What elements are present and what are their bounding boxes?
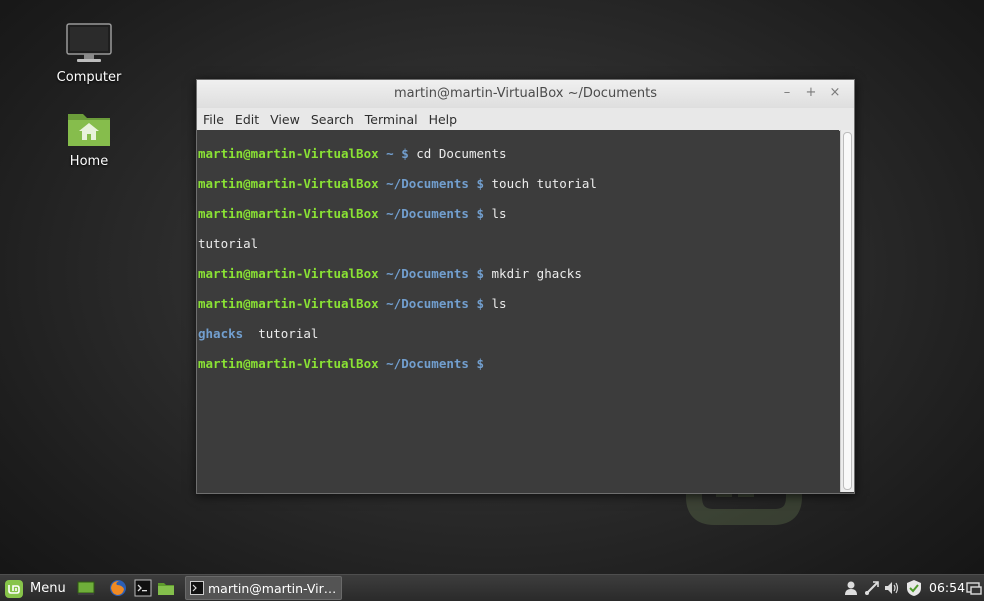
window-menubar: File Edit View Search Terminal Help — [197, 108, 854, 131]
terminal-line: tutorial — [198, 236, 259, 251]
show-desktop-icon[interactable] — [77, 579, 95, 597]
menu-edit[interactable]: Edit — [235, 112, 259, 127]
terminal-line: ghacks tutorial — [198, 326, 319, 341]
desktop-icon-label: Computer — [56, 70, 122, 85]
terminal-line: martin@martin-VirtualBox ~/Documents $ l… — [198, 296, 507, 311]
monitor-icon — [65, 22, 113, 66]
terminal-line: martin@martin-VirtualBox ~/Documents $ m… — [198, 266, 582, 281]
menu-search[interactable]: Search — [311, 112, 354, 127]
terminal-line: martin@martin-VirtualBox ~/Documents $ l… — [198, 206, 507, 221]
terminal-line: martin@martin-VirtualBox ~/Documents $ t… — [198, 176, 597, 191]
taskbar-window-label: martin@martin-VirtualBox ~/Documents — [208, 580, 341, 596]
terminal-output[interactable]: martin@martin-VirtualBox ~ $ cd Document… — [197, 130, 839, 492]
menu-terminal[interactable]: Terminal — [365, 112, 418, 127]
terminal-window: martin@martin-VirtualBox ~/Documents – +… — [196, 79, 855, 494]
menu-file[interactable]: File — [203, 112, 224, 127]
window-list-icon[interactable] — [965, 579, 983, 597]
start-menu-button[interactable]: Menu — [4, 578, 66, 599]
terminal-line: martin@martin-VirtualBox ~/Documents $ — [198, 356, 492, 371]
window-titlebar[interactable]: martin@martin-VirtualBox ~/Documents – +… — [197, 80, 854, 108]
taskbar-window-terminal[interactable]: martin@martin-VirtualBox ~/Documents — [185, 576, 342, 600]
volume-icon[interactable] — [883, 579, 901, 597]
taskbar-panel: Menu martin@martin-VirtualBox ~/Document… — [0, 574, 984, 601]
user-icon[interactable] — [842, 579, 860, 597]
update-shield-icon[interactable] — [905, 579, 923, 597]
panel-clock[interactable]: 06:54 — [929, 580, 965, 595]
terminal-icon — [190, 581, 204, 595]
menu-label: Menu — [30, 581, 66, 596]
menu-help[interactable]: Help — [429, 112, 458, 127]
maximize-button[interactable]: + — [804, 85, 818, 100]
desktop-icon-home[interactable]: Home — [39, 106, 139, 169]
mint-menu-icon — [5, 579, 23, 598]
folder-home-icon — [65, 106, 113, 150]
close-button[interactable]: × — [828, 85, 842, 100]
desktop-icon-computer[interactable]: Computer — [39, 22, 139, 85]
files-icon[interactable] — [157, 579, 175, 597]
desktop-icon-label: Home — [69, 154, 109, 169]
terminal-scrollbar[interactable] — [840, 130, 854, 492]
terminal-icon[interactable] — [134, 579, 152, 597]
terminal-line: martin@martin-VirtualBox ~ $ cd Document… — [198, 146, 507, 161]
minimize-button[interactable]: – — [780, 85, 794, 100]
window-title: martin@martin-VirtualBox ~/Documents — [394, 86, 657, 101]
menu-view[interactable]: View — [270, 112, 300, 127]
scrollbar-thumb[interactable] — [843, 132, 852, 490]
firefox-icon[interactable] — [109, 579, 127, 597]
network-icon[interactable] — [863, 579, 881, 597]
